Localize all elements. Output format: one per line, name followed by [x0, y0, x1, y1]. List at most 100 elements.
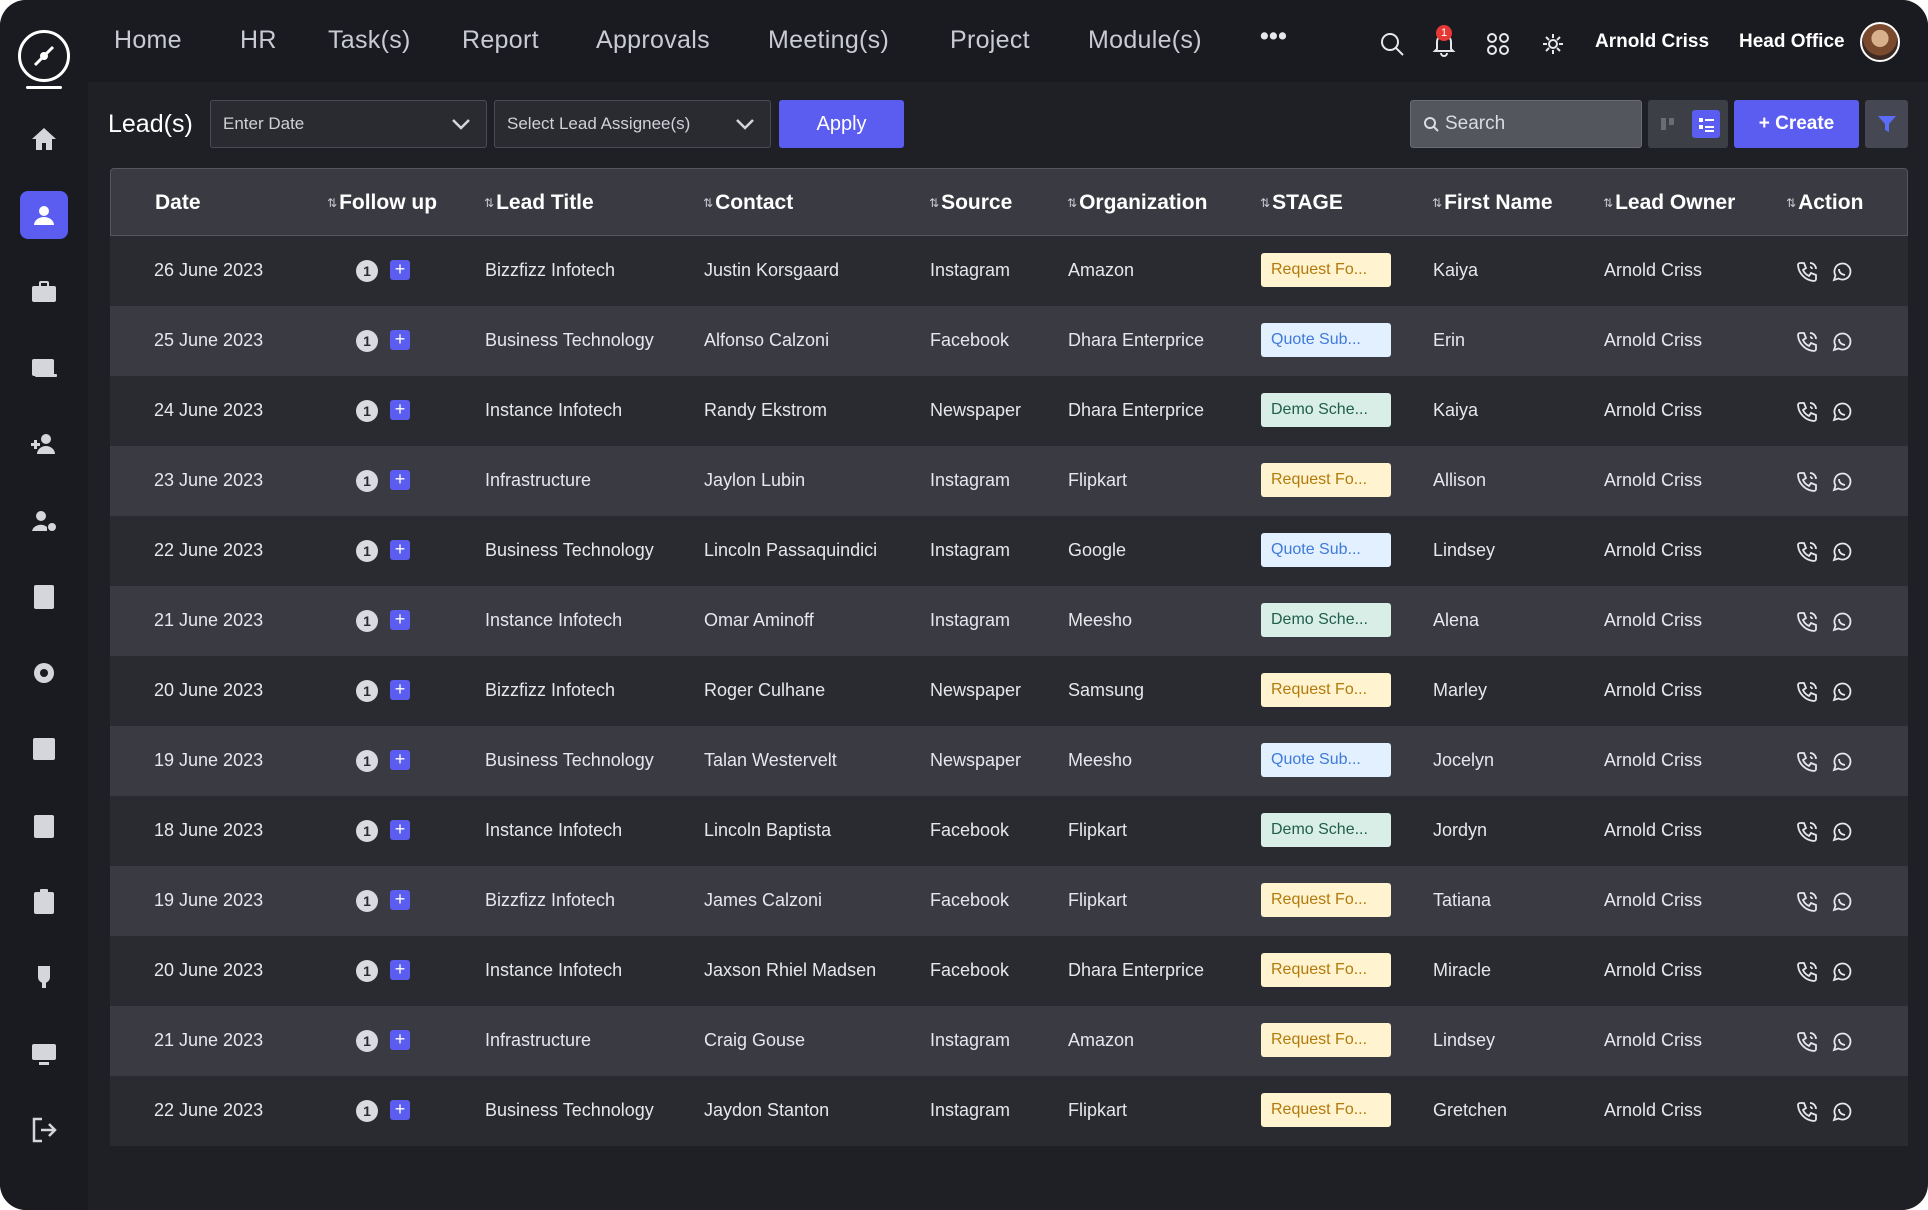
phone-call-icon[interactable] [1795, 260, 1819, 284]
table-row[interactable]: 20 June 2023 1 + Bizzfizz Infotech Roger Cul… [110, 656, 1908, 726]
header-first-name[interactable]: ⇅First Name [1432, 191, 1553, 215]
header-date[interactable]: Date [155, 191, 201, 215]
create-button[interactable]: + Create [1734, 100, 1859, 148]
header-action[interactable]: ⇅Action [1786, 191, 1863, 215]
add-follow-up-button[interactable]: + [390, 610, 410, 630]
cell-lead-title[interactable]: Bizzfizz Infotech [485, 890, 615, 911]
add-follow-up-button[interactable]: + [390, 680, 410, 700]
office-selector[interactable]: Head Office [1739, 31, 1845, 53]
add-follow-up-button[interactable]: + [390, 890, 410, 910]
follow-up-count[interactable]: 1 [356, 470, 378, 492]
nav-project[interactable]: Project [950, 26, 1030, 55]
table-row[interactable]: 22 June 2023 1 + Business Technology Lincoln… [110, 516, 1908, 586]
home-icon[interactable] [20, 115, 68, 163]
table-row[interactable]: 21 June 2023 1 + Instance Infotech Omar Amin… [110, 586, 1908, 656]
whatsapp-icon[interactable] [1830, 1100, 1854, 1124]
add-follow-up-button[interactable]: + [390, 820, 410, 840]
whatsapp-icon[interactable] [1830, 820, 1854, 844]
cell-lead-title[interactable]: Business Technology [485, 1100, 654, 1121]
follow-up-count[interactable]: 1 [356, 1100, 378, 1122]
cell-lead-title[interactable]: Business Technology [485, 330, 654, 351]
add-follow-up-button[interactable]: + [390, 1030, 410, 1050]
follow-up-count[interactable]: 1 [356, 750, 378, 772]
add-follow-up-button[interactable]: + [390, 400, 410, 420]
clipboard-icon[interactable] [20, 878, 68, 926]
nav-approvals[interactable]: Approvals [596, 26, 710, 55]
phone-call-icon[interactable] [1795, 1100, 1819, 1124]
follow-up-count[interactable]: 1 [356, 890, 378, 912]
table-row[interactable]: 20 June 2023 1 + Instance Infotech Jaxson Rh… [110, 936, 1908, 1006]
monitor-icon[interactable] [20, 1030, 68, 1078]
table-row[interactable]: 19 June 2023 1 + Business Technology Talan W… [110, 726, 1908, 796]
header-lead-title[interactable]: ⇅Lead Title [484, 191, 594, 215]
table-row[interactable]: 19 June 2023 1 + Bizzfizz Infotech James Cal… [110, 866, 1908, 936]
nav-home[interactable]: Home [114, 26, 182, 55]
phone-call-icon[interactable] [1795, 1030, 1819, 1054]
phone-call-icon[interactable] [1795, 610, 1819, 634]
whatsapp-icon[interactable] [1830, 330, 1854, 354]
add-user-icon[interactable] [20, 420, 68, 468]
header-contact[interactable]: ⇅Contact [703, 191, 793, 215]
phone-call-icon[interactable] [1795, 960, 1819, 984]
follow-up-count[interactable]: 1 [356, 1030, 378, 1052]
gear-icon[interactable] [1539, 30, 1567, 58]
cell-lead-title[interactable]: Instance Infotech [485, 400, 622, 421]
header-stage[interactable]: ⇅STAGE [1260, 191, 1343, 215]
header-organization[interactable]: ⇅Organization [1067, 191, 1207, 215]
add-follow-up-button[interactable]: + [390, 540, 410, 560]
add-follow-up-button[interactable]: + [390, 260, 410, 280]
follow-up-count[interactable]: 1 [356, 400, 378, 422]
logout-icon[interactable] [20, 1106, 68, 1154]
cell-lead-title[interactable]: Infrastructure [485, 470, 591, 491]
whatsapp-icon[interactable] [1830, 1030, 1854, 1054]
user-name[interactable]: Arnold Criss [1595, 31, 1709, 53]
follow-up-count[interactable]: 1 [356, 820, 378, 842]
table-row[interactable]: 23 June 2023 1 + Infrastructure Jaylon Lubin… [110, 446, 1908, 516]
stage-badge[interactable]: Request Fo... [1261, 1093, 1391, 1127]
add-follow-up-button[interactable]: + [390, 750, 410, 770]
list-view-icon[interactable] [1692, 110, 1720, 138]
follow-up-count[interactable]: 1 [356, 680, 378, 702]
whatsapp-icon[interactable] [1830, 260, 1854, 284]
apply-button[interactable]: Apply [779, 100, 904, 148]
table-row[interactable]: 26 June 2023 1 + Bizzfizz Infotech Justin Ko… [110, 236, 1908, 306]
stage-badge[interactable]: Demo Sche... [1261, 603, 1391, 637]
badge-icon[interactable] [20, 802, 68, 850]
date-dropdown[interactable]: Enter Date [210, 100, 487, 148]
add-follow-up-button[interactable]: + [390, 470, 410, 490]
header-source[interactable]: ⇅Source [929, 191, 1012, 215]
trophy-icon[interactable] [20, 954, 68, 1002]
follow-up-count[interactable]: 1 [356, 960, 378, 982]
phone-call-icon[interactable] [1795, 820, 1819, 844]
cell-lead-title[interactable]: Business Technology [485, 540, 654, 561]
filter-button[interactable] [1865, 100, 1908, 148]
avatar[interactable] [1860, 22, 1900, 62]
search-icon[interactable] [1378, 30, 1406, 58]
cell-lead-title[interactable]: Infrastructure [485, 1030, 591, 1051]
whatsapp-icon[interactable] [1830, 400, 1854, 424]
chart-icon[interactable] [20, 725, 68, 773]
follow-up-count[interactable]: 1 [356, 260, 378, 282]
header-follow-up[interactable]: ⇅Follow up [327, 191, 437, 215]
phone-call-icon[interactable] [1795, 890, 1819, 914]
table-row[interactable]: 21 June 2023 1 + Infrastructure Craig Gouse I… [110, 1006, 1908, 1076]
calculator-icon[interactable] [20, 573, 68, 621]
cell-lead-title[interactable]: Bizzfizz Infotech [485, 680, 615, 701]
stage-badge[interactable]: Request Fo... [1261, 253, 1391, 287]
whatsapp-icon[interactable] [1830, 610, 1854, 634]
cell-lead-title[interactable]: Instance Infotech [485, 820, 622, 841]
nav-tasks[interactable]: Task(s) [328, 26, 411, 55]
logo-icon[interactable] [18, 30, 70, 82]
nav-report[interactable]: Report [462, 26, 539, 55]
cell-lead-title[interactable]: Instance Infotech [485, 610, 622, 631]
stage-badge[interactable]: Demo Sche... [1261, 813, 1391, 847]
assignee-dropdown[interactable]: Select Lead Assignee(s) [494, 100, 771, 148]
phone-call-icon[interactable] [1795, 330, 1819, 354]
nav-meetings[interactable]: Meeting(s) [768, 26, 889, 55]
stage-badge[interactable]: Quote Sub... [1261, 323, 1391, 357]
stage-badge[interactable]: Demo Sche... [1261, 393, 1391, 427]
phone-call-icon[interactable] [1795, 750, 1819, 774]
apps-grid-icon[interactable] [1484, 30, 1512, 58]
briefcase-icon[interactable] [20, 268, 68, 316]
add-follow-up-button[interactable]: + [390, 1100, 410, 1120]
